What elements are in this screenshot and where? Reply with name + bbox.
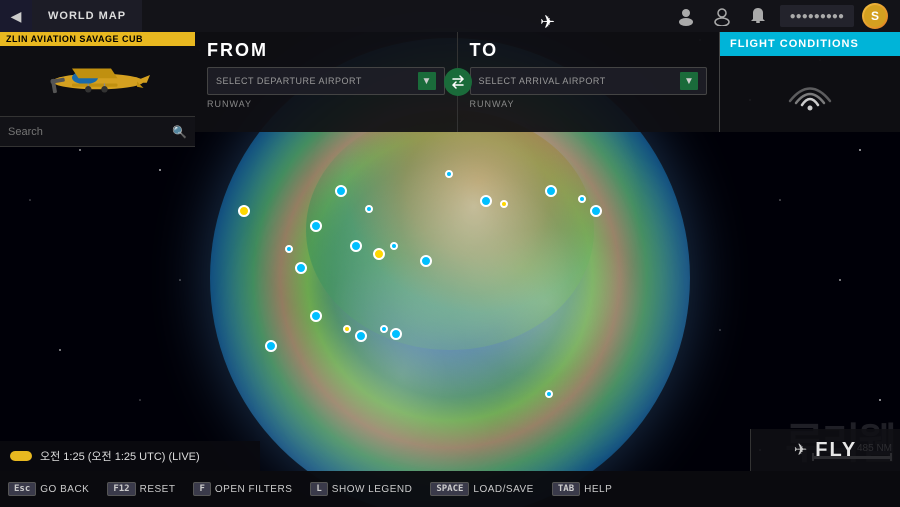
search-input[interactable] — [8, 126, 172, 138]
arrival-placeholder: SELECT ARRIVAL AIRPORT — [479, 76, 606, 86]
airport-marker[interactable] — [238, 205, 250, 217]
flight-conditions-header: FLIGHT CONDITIONS — [720, 32, 900, 56]
reset-label: RESET — [140, 484, 176, 495]
svg-text:S: S — [871, 9, 879, 23]
back-icon: ◀ — [11, 8, 22, 25]
profile-icon-2[interactable] — [708, 2, 736, 30]
departure-airport-dropdown[interactable]: SELECT DEPARTURE AIRPORT ▼ — [207, 67, 445, 95]
person-icon — [676, 6, 696, 26]
world-map-label: WORLD MAP — [48, 10, 126, 22]
airport-marker[interactable] — [445, 170, 453, 178]
load-save-btn[interactable]: SPACE LOAD/SAVE — [430, 482, 534, 496]
avatar-icon: S — [863, 4, 887, 28]
fly-label: FLY — [815, 439, 857, 462]
to-section: TO SELECT ARRIVAL AIRPORT ▼ RUNWAY — [458, 32, 721, 132]
to-label: TO — [470, 40, 708, 61]
airport-marker[interactable] — [285, 245, 293, 253]
search-icon: 🔍 — [172, 125, 187, 139]
flight-panel: ✈ FROM SELECT DEPARTURE AIRPORT ▼ RUNWAY… — [195, 32, 900, 132]
show-legend-label: SHOW LEGEND — [332, 484, 413, 495]
aircraft-brand: Zlin Aviation — [6, 34, 79, 44]
airport-marker[interactable] — [578, 195, 586, 203]
go-back-btn[interactable]: Esc GO BACK — [8, 482, 89, 496]
airport-marker[interactable] — [480, 195, 492, 207]
flight-conditions-section: FLIGHT CONDITIONS — [720, 32, 900, 132]
airport-marker[interactable] — [310, 310, 322, 322]
fly-airplane-icon: ✈ — [794, 440, 807, 460]
notification-icon[interactable] — [744, 2, 772, 30]
airport-marker[interactable] — [365, 205, 373, 213]
help-label: HELP — [584, 484, 612, 495]
swap-icon — [450, 74, 466, 90]
bottom-bar: Esc GO BACK F12 RESET F OPEN FILTERS L S… — [0, 471, 900, 507]
aircraft-model: Savage Cub — [79, 34, 143, 44]
bell-icon — [748, 6, 768, 26]
departure-placeholder: SELECT DEPARTURE AIRPORT — [216, 76, 362, 86]
search-bar: 🔍 — [0, 117, 195, 147]
from-section: FROM SELECT DEPARTURE AIRPORT ▼ RUNWAY — [195, 32, 458, 132]
space-key: SPACE — [430, 482, 469, 496]
top-bar-icons: ●●●●●●●●● S — [672, 2, 900, 30]
aircraft-image-area — [0, 46, 195, 116]
l-key: L — [310, 482, 327, 496]
user-name-text: ●●●●●●●●● — [790, 11, 844, 22]
show-legend-btn[interactable]: L SHOW LEGEND — [310, 482, 412, 496]
airport-marker[interactable] — [420, 255, 432, 267]
airport-marker[interactable] — [545, 390, 553, 398]
user-name-badge: ●●●●●●●●● — [780, 5, 854, 27]
aircraft-image — [33, 54, 163, 109]
airport-marker[interactable] — [295, 262, 307, 274]
time-display: 오전 1:25 (오전 1:25 UTC) (LIVE) — [40, 448, 200, 464]
airport-marker[interactable] — [390, 328, 402, 340]
open-filters-btn[interactable]: F OPEN FILTERS — [193, 482, 292, 496]
airport-marker[interactable] — [350, 240, 362, 252]
swap-button[interactable] — [444, 68, 472, 96]
user-avatar[interactable]: S — [862, 3, 888, 29]
airport-marker[interactable] — [390, 242, 398, 250]
person-outline-icon — [712, 6, 732, 26]
airport-marker[interactable] — [335, 185, 347, 197]
fly-button[interactable]: ✈ FLY — [750, 429, 900, 471]
airport-marker[interactable] — [343, 325, 351, 333]
airport-marker[interactable] — [380, 325, 388, 333]
airport-marker[interactable] — [310, 220, 322, 232]
load-save-label: LOAD/SAVE — [473, 484, 533, 495]
flight-conditions-icon — [785, 71, 835, 111]
from-runway-label: RUNWAY — [207, 99, 445, 109]
go-back-label: GO BACK — [40, 484, 89, 495]
airport-marker[interactable] — [500, 200, 508, 208]
arrival-airport-dropdown[interactable]: SELECT ARRIVAL AIRPORT ▼ — [470, 67, 708, 95]
reset-btn[interactable]: F12 RESET — [107, 482, 175, 496]
to-runway-label: RUNWAY — [470, 99, 708, 109]
esc-key: Esc — [8, 482, 36, 496]
airport-marker[interactable] — [373, 248, 385, 260]
from-label: FROM — [207, 40, 445, 61]
from-to-wrapper: FROM SELECT DEPARTURE AIRPORT ▼ RUNWAY T… — [195, 32, 720, 132]
airport-marker[interactable] — [265, 340, 277, 352]
f-key: F — [193, 482, 210, 496]
flight-conditions-content — [720, 56, 900, 126]
tab-key: TAB — [552, 482, 580, 496]
help-btn[interactable]: TAB HELP — [552, 482, 612, 496]
aircraft-title: Zlin Aviation Savage Cub — [0, 32, 195, 46]
top-bar-left: ◀ WORLD MAP — [0, 0, 142, 32]
airport-marker[interactable] — [545, 185, 557, 197]
world-map-tab: WORLD MAP — [32, 0, 142, 32]
aircraft-card: Zlin Aviation Savage Cub — [0, 32, 195, 117]
top-bar: ◀ WORLD MAP ●●●●●●●●● — [0, 0, 900, 32]
flight-airplane-icon: ✈ — [540, 12, 555, 33]
departure-dropdown-arrow[interactable]: ▼ — [418, 72, 436, 90]
arrival-dropdown-arrow[interactable]: ▼ — [680, 72, 698, 90]
open-filters-label: OPEN FILTERS — [215, 484, 293, 495]
airport-marker[interactable] — [355, 330, 367, 342]
profile-icon-1[interactable] — [672, 2, 700, 30]
live-indicator — [10, 451, 32, 461]
airport-marker[interactable] — [590, 205, 602, 217]
f12-key: F12 — [107, 482, 135, 496]
status-bar: 오전 1:25 (오전 1:25 UTC) (LIVE) — [0, 441, 260, 471]
back-button[interactable]: ◀ — [0, 0, 32, 32]
